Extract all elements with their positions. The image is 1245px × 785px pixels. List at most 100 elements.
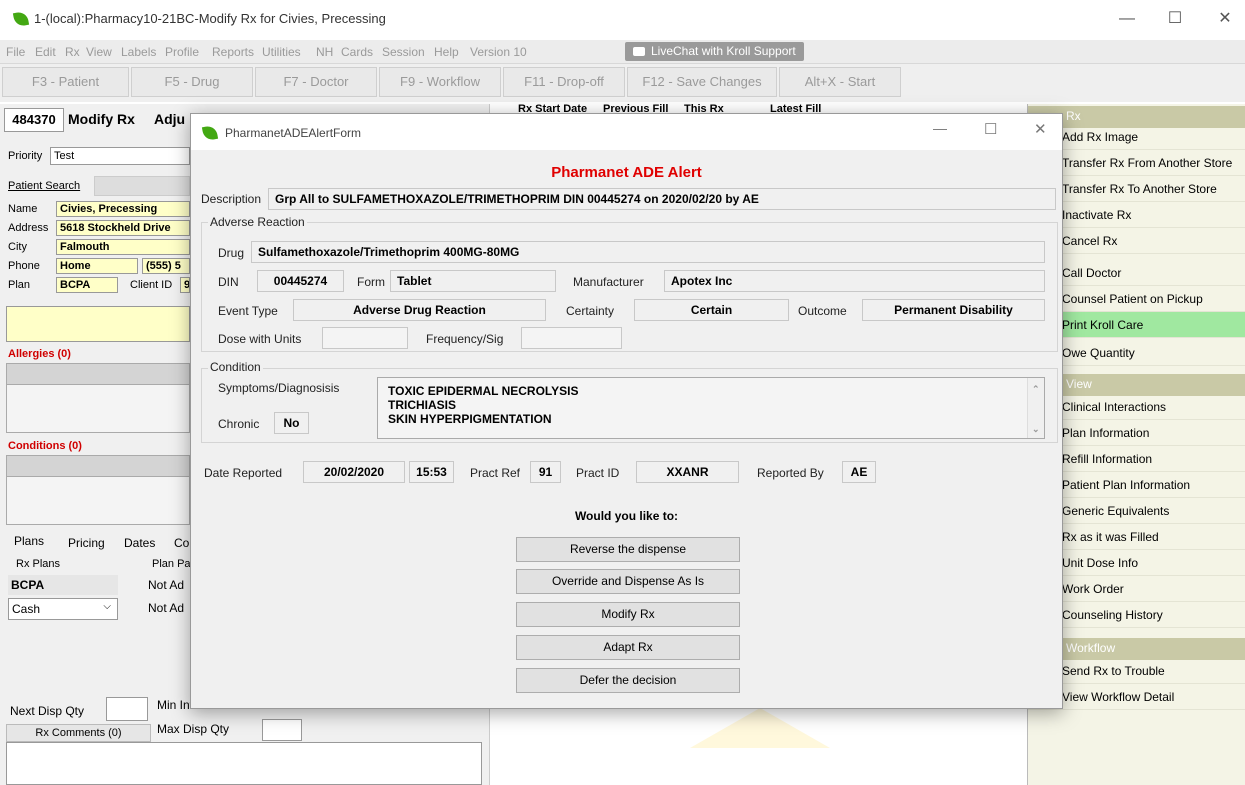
altx-start-button[interactable]: Alt+X - Start [779,67,901,97]
patient-search-field[interactable] [94,176,190,196]
title-bar: 1-(local):Pharmacy10-21BC-Modify Rx for … [0,0,1245,40]
symptoms-scrollbar[interactable]: ⌃ ⌄ [1027,378,1044,438]
plan-field[interactable]: BCPA [56,277,118,293]
rx-comments-tab[interactable]: Rx Comments (0) [6,724,151,742]
dialog-maximize-icon[interactable]: ☐ [984,120,997,138]
adverse-reaction-label: Adverse Reaction [208,215,307,229]
tab-plans[interactable]: Plans [14,534,44,548]
priority-field[interactable]: Test [50,147,190,165]
function-key-bar: F3 - Patient F5 - Drug F7 - Doctor F9 - … [0,64,1245,102]
modify-rx-button[interactable]: Modify Rx [516,602,740,627]
frequency-label: Frequency/Sig [426,332,504,346]
allergies-heading: Allergies (0) [8,348,71,360]
rx-number: 484370 [4,108,64,132]
f5-drug-button[interactable]: F5 - Drug [131,67,253,97]
patient-search-link[interactable]: Patient Search [8,180,80,192]
allergies-header [6,363,190,385]
menu-version[interactable]: Version 10 [470,45,527,59]
symptoms-label: Symptoms/Diagnosisis [218,381,340,395]
next-disp-qty-input[interactable] [106,697,148,721]
ade-alert-dialog: PharmanetADEAlertForm — ☐ ✕ Pharmanet AD… [190,113,1063,709]
client-id-field[interactable]: 9 [180,277,190,293]
phone-type-field[interactable]: Home [56,258,138,274]
f9-workflow-button[interactable]: F9 - Workflow [379,67,501,97]
override-dispense-button[interactable]: Override and Dispense As Is [516,569,740,594]
dialog-minimize-icon[interactable]: — [933,120,947,136]
scroll-up-icon[interactable]: ⌃ [1032,382,1040,396]
menu-edit[interactable]: Edit [35,45,56,59]
address-label: Address [8,222,49,234]
menu-view[interactable]: View [86,45,112,59]
menu-utilities[interactable]: Utilities [262,45,301,59]
time-reported-field: 15:53 [409,461,454,483]
f11-dropoff-button[interactable]: F11 - Drop-off [503,67,625,97]
phone-number-field[interactable]: (555) 5 [142,258,190,274]
livechat-label: LiveChat with Kroll Support [651,44,796,58]
menu-help[interactable]: Help [434,45,459,59]
f7-doctor-button[interactable]: F7 - Doctor [255,67,377,97]
menu-nh[interactable]: NH [316,45,333,59]
plan-select[interactable]: Cash ⌵ [8,598,118,620]
allergies-list [6,385,190,433]
plan-row-plan[interactable]: BCPA [8,575,118,595]
livechat-button[interactable]: LiveChat with Kroll Support [625,42,804,61]
description-field: Grp All to SULFAMETHOXAZOLE/TRIMETHOPRIM… [268,188,1056,210]
f12-save-button[interactable]: F12 - Save Changes [627,67,777,97]
symptom-item: TOXIC EPIDERMAL NECROLYSIS [388,384,579,398]
menu-reports[interactable]: Reports [212,45,254,59]
menu-rx[interactable]: Rx [65,45,80,59]
menu-cards[interactable]: Cards [341,45,373,59]
pract-ref-field: 91 [530,461,561,483]
pract-ref-label: Pract Ref [470,466,521,480]
max-disp-qty-label: Max Disp Qty [157,722,230,736]
defer-decision-button[interactable]: Defer the decision [516,668,740,693]
app-logo-icon [12,10,30,28]
conditions-heading: Conditions (0) [8,440,82,452]
frequency-field[interactable] [521,327,622,349]
dialog-title-bar: PharmanetADEAlertForm — ☐ ✕ [191,114,1062,150]
city-label: City [8,241,27,253]
scroll-down-icon[interactable]: ⌄ [1032,422,1040,436]
client-id-label: Client ID [130,279,173,291]
f3-patient-button[interactable]: F3 - Patient [2,67,129,97]
date-reported-field: 20/02/2020 [303,461,405,483]
description-label: Description [201,192,262,206]
menu-file[interactable]: File [6,45,25,59]
manufacturer-field: Apotex Inc [664,270,1045,292]
dialog-close-icon[interactable]: ✕ [1034,120,1047,138]
chat-icon [633,47,645,56]
manufacturer-label: Manufacturer [573,275,644,289]
plan-row-status-2: Not Ad [148,601,185,615]
maximize-icon[interactable]: ☐ [1160,8,1190,30]
rx-plans-label: Rx Plans [16,558,61,570]
menu-session[interactable]: Session [382,45,425,59]
tab-dates[interactable]: Dates [124,536,155,550]
rx-comments-box[interactable] [6,742,482,785]
max-disp-qty-input[interactable] [262,719,302,741]
dose-field[interactable] [322,327,408,349]
reverse-dispense-button[interactable]: Reverse the dispense [516,537,740,562]
address-field[interactable]: 5618 Stockheld Drive [56,220,190,236]
next-disp-qty-label: Next Disp Qty [10,704,85,718]
app-logo-icon [201,124,219,142]
menu-labels[interactable]: Labels [121,45,156,59]
tab-co[interactable]: Co [174,536,189,550]
city-field[interactable]: Falmouth [56,239,190,255]
phone-label: Phone [8,260,40,272]
patient-name-field[interactable]: Civies, Precessing [56,201,190,217]
adju-label: Adju [154,111,186,127]
symptom-item: TRICHIASIS [388,398,457,412]
close-icon[interactable]: ✕ [1210,8,1240,30]
din-label: DIN [218,275,239,289]
minimize-icon[interactable]: — [1112,8,1142,30]
reported-by-label: Reported By [757,466,824,480]
dialog-title: PharmanetADEAlertForm [225,126,362,140]
outcome-field: Permanent Disability [862,299,1045,321]
tab-pricing[interactable]: Pricing [68,536,105,550]
drug-label: Drug [218,246,245,260]
dose-label: Dose with Units [218,332,302,346]
menu-profile[interactable]: Profile [165,45,199,59]
min-interval-label: Min Interval Days [157,698,190,712]
adapt-rx-button[interactable]: Adapt Rx [516,635,740,660]
question-label: Would you like to: [574,509,679,523]
